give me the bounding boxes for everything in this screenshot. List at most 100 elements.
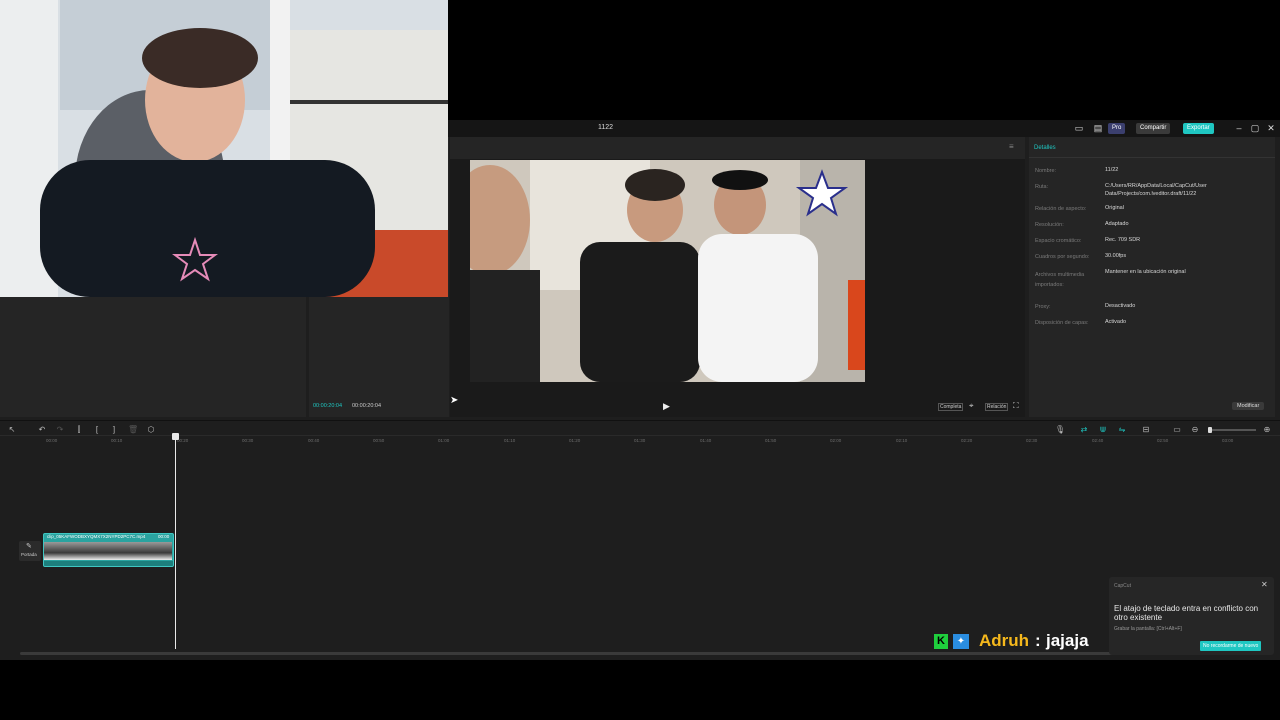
kick-icon: K	[934, 634, 948, 649]
modify-button[interactable]: Modificar	[1232, 402, 1265, 410]
ruler-tick: 01:40	[700, 438, 712, 443]
microphone-icon[interactable]: 🎙	[1055, 425, 1065, 434]
maximize-icon[interactable]: ▢	[1249, 122, 1261, 134]
aspect-value: Original	[1105, 205, 1124, 211]
playhead-handle[interactable]	[172, 433, 179, 440]
webcam-overlay	[0, 0, 448, 297]
zoom-out-icon[interactable]: ⊖	[1190, 425, 1200, 434]
webcam-feed	[0, 0, 448, 297]
playhead[interactable]	[172, 433, 179, 649]
clip-thumbnail	[44, 542, 60, 560]
resolution-label: Resolución:	[1035, 222, 1064, 228]
ruler-tick: 00:50	[373, 438, 385, 443]
clip-thumbnail	[156, 542, 172, 560]
shield-icon[interactable]: ⬡	[146, 425, 156, 434]
pro-label: Pro	[1112, 125, 1122, 131]
details-divider	[1029, 157, 1275, 158]
clip-thumbnail	[92, 542, 108, 560]
toast-close-icon[interactable]: ✕	[1261, 580, 1268, 589]
layers-value: Activado	[1105, 319, 1127, 325]
aspect-label: Relación de aspecto:	[1035, 206, 1087, 212]
proxy-value: Desactivado	[1105, 303, 1136, 309]
ruler-tick: 02:40	[1092, 438, 1104, 443]
ruler-tick: 01:00	[438, 438, 450, 443]
audio-waveform	[44, 561, 173, 566]
clip-thumbnail	[140, 542, 156, 560]
toast-detail: Grabar la pantalla: [Ctrl+Alt+F]	[1114, 626, 1182, 632]
ruler-tick: 02:30	[1026, 438, 1038, 443]
details-panel: Detalles Nombre: 11/22 Ruta: C:/Users/RR…	[1029, 137, 1275, 417]
layout-icon[interactable]: ▭	[1073, 122, 1085, 134]
monitor-icon[interactable]: ▤	[1092, 122, 1104, 134]
split-left-icon[interactable]: [	[92, 425, 102, 434]
snap-icon[interactable]: ⇋	[1117, 425, 1127, 434]
complete-button[interactable]: Completa	[938, 403, 964, 411]
ruler-tick: 02:10	[896, 438, 908, 443]
edit-icon: ✎	[26, 543, 32, 550]
chat-separator: :	[1035, 631, 1041, 650]
ratio-button[interactable]: Relación	[985, 403, 1009, 411]
path-value: C:/Users/RR/AppData/Local/CapCut/User Da…	[1105, 183, 1207, 197]
preview-axis-icon[interactable]: ⊟	[1141, 425, 1151, 434]
ruler-tick: 00:00	[46, 438, 58, 443]
ruler-tick: 01:10	[504, 438, 516, 443]
zoom-in-icon[interactable]: ⊕	[1262, 425, 1272, 434]
current-time: 00:00:20:04	[313, 403, 343, 409]
badge-icon: ✦	[953, 634, 969, 649]
ruler-tick: 00:30	[242, 438, 254, 443]
export-button[interactable]: Exportar	[1183, 123, 1214, 134]
ruler-tick: 02:50	[1157, 438, 1169, 443]
share-button[interactable]: Compartir	[1136, 123, 1171, 134]
redo-icon[interactable]: ↷	[55, 425, 65, 434]
chat-username: Adruh	[979, 631, 1030, 650]
cover-button[interactable]: ✎ Portada	[19, 541, 41, 561]
caption-icon[interactable]: ▭	[1172, 425, 1182, 434]
ruler-tick: 00:10	[111, 438, 123, 443]
project-title: 1122	[598, 124, 614, 131]
video-preview	[470, 160, 865, 382]
player-header: ≡	[450, 137, 1025, 159]
minimize-icon[interactable]: –	[1233, 122, 1245, 134]
fps-value: 30.00fps	[1105, 253, 1127, 259]
dont-remind-button[interactable]: No recordarme de nuevo	[1200, 641, 1262, 651]
play-icon[interactable]: ▶	[663, 401, 670, 412]
undo-icon[interactable]: ↶	[37, 425, 47, 434]
colorspace-label: Espacio cromático:	[1035, 238, 1082, 244]
path-label: Ruta:	[1035, 184, 1049, 190]
fps-label: Cuadros por segundo:	[1035, 254, 1090, 260]
layers-label: Disposición de capas:	[1035, 320, 1089, 326]
clip-thumbnail	[60, 542, 76, 560]
link-icon[interactable]: ⇄	[1079, 425, 1089, 434]
menu-icon[interactable]: ≡	[1009, 142, 1014, 151]
split-right-icon[interactable]: ]	[109, 425, 119, 434]
colorspace-value: Rec. 709 SDR	[1105, 237, 1141, 243]
fullscreen-icon[interactable]: ⛶	[1013, 401, 1019, 411]
select-tool-icon[interactable]: ↖	[7, 425, 17, 434]
name-label: Nombre:	[1035, 168, 1057, 174]
zoom-handle[interactable]	[1208, 427, 1212, 433]
split-icon[interactable]: ⫿	[74, 425, 84, 435]
ruler-tick: 01:20	[569, 438, 581, 443]
resolution-value: Adaptado	[1105, 221, 1129, 227]
timeline-scrollbar[interactable]	[20, 652, 1140, 655]
ruler-tick: 02:00	[830, 438, 842, 443]
preview-frame	[470, 160, 865, 382]
zoom-slider[interactable]	[1208, 427, 1256, 433]
details-tab[interactable]: Detalles	[1034, 145, 1056, 151]
pro-button[interactable]: Pro	[1108, 123, 1126, 134]
share-label: Compartir	[1140, 125, 1167, 131]
magnet-icon[interactable]: ⋓	[1098, 425, 1108, 434]
notification-toast: CapCut ✕ El atajo de teclado entra en co…	[1109, 577, 1274, 655]
ruler-tick: 02:20	[961, 438, 973, 443]
total-time: 00:00:20:04	[352, 403, 382, 409]
toast-message: El atajo de teclado entra en conflicto c…	[1114, 604, 1259, 622]
ruler-tick: 01:50	[765, 438, 777, 443]
clip-thumbnail	[108, 542, 124, 560]
video-clip[interactable]: clip_05KAFWODBXYQMX7X2NYPD2PC7C.mp4 00:0…	[43, 533, 174, 567]
screenshot-icon[interactable]: ⌖	[969, 401, 974, 411]
delete-icon[interactable]: 🗑	[128, 425, 138, 434]
cover-label: Portada	[21, 552, 37, 557]
ruler-tick: 01:30	[634, 438, 646, 443]
close-icon[interactable]: ✕	[1265, 122, 1277, 134]
proxy-label: Proxy:	[1035, 304, 1051, 310]
